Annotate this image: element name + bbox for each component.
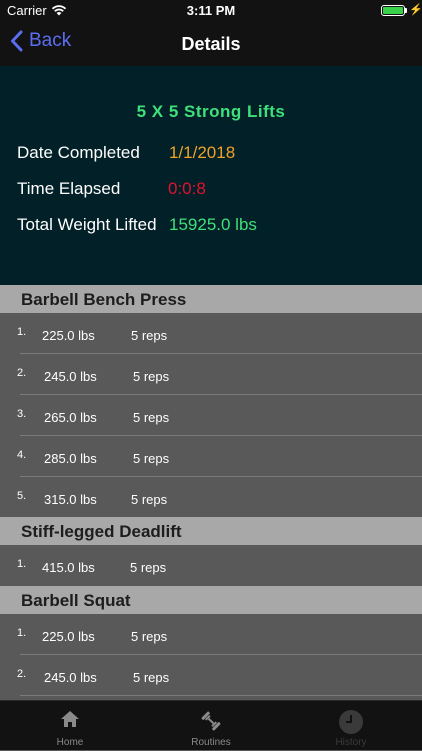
time-label: Time Elapsed xyxy=(17,179,121,198)
navigation-bar: Back Details xyxy=(0,22,422,66)
home-icon xyxy=(0,709,140,729)
set-weight: 245.0 lbs xyxy=(44,369,97,384)
set-number: 5. xyxy=(17,490,27,502)
set-number: 2. xyxy=(17,367,27,379)
page-title: Details xyxy=(181,34,241,54)
tab-bar: Home Routines History xyxy=(0,700,422,750)
status-bar: Carrier 3:11 PM ⚡ xyxy=(0,0,422,22)
clock-time: 3:11 PM xyxy=(186,3,236,18)
charging-icon: ⚡ xyxy=(409,4,422,16)
battery-icon xyxy=(381,5,405,16)
date-value: 1/1/2018 xyxy=(169,143,236,162)
set-reps: 5 reps xyxy=(133,410,170,425)
set-weight: 245.0 lbs xyxy=(44,670,97,685)
section-header: Barbell Squat xyxy=(0,586,422,614)
set-row: 4. 285.0 lbs 5 reps xyxy=(0,436,422,477)
set-number: 1. xyxy=(17,558,27,570)
set-reps: 5 reps xyxy=(131,492,168,507)
set-weight: 315.0 lbs xyxy=(44,492,97,507)
set-row: 1. 225.0 lbs 5 reps xyxy=(0,614,422,655)
set-reps: 5 reps xyxy=(133,369,170,384)
set-number: 4. xyxy=(17,449,27,461)
set-weight: 225.0 lbs xyxy=(42,629,95,644)
set-row: 2. 245.0 lbs 5 reps xyxy=(0,354,422,395)
battery-tip xyxy=(405,8,407,13)
weight-value: 15925.0 lbs xyxy=(169,215,257,234)
weight-row: Total Weight Lifted 15925.0 lbs xyxy=(17,215,257,235)
weight-label: Total Weight Lifted xyxy=(17,215,157,234)
tab-history-label: History xyxy=(335,737,367,748)
dumbbell-icon xyxy=(141,709,281,733)
tab-routines[interactable]: Routines xyxy=(141,701,281,751)
set-number: 3. xyxy=(17,408,27,420)
set-weight: 285.0 lbs xyxy=(44,451,97,466)
workout-summary: 5 X 5 Strong Lifts Date Completed 1/1/20… xyxy=(0,66,422,285)
set-reps: 5 reps xyxy=(130,560,167,575)
section-header: Stiff-legged Deadlift xyxy=(0,517,422,545)
set-row: 5. 315.0 lbs 5 reps xyxy=(0,477,422,518)
set-reps: 5 reps xyxy=(131,328,168,343)
set-row: 1. 225.0 lbs 5 reps xyxy=(0,313,422,354)
tab-home-label: Home xyxy=(56,737,84,748)
section-header: Barbell Bench Press xyxy=(0,285,422,313)
tab-routines-label: Routines xyxy=(191,737,231,748)
clock-icon xyxy=(281,709,421,735)
routine-name: 5 X 5 Strong Lifts xyxy=(136,102,286,121)
set-row: 3. 265.0 lbs 5 reps xyxy=(0,395,422,436)
set-number: 1. xyxy=(17,326,27,338)
set-weight: 415.0 lbs xyxy=(42,560,95,575)
tab-history[interactable]: History xyxy=(281,701,421,751)
set-weight: 265.0 lbs xyxy=(44,410,97,425)
time-row: Time Elapsed 0:0:8 xyxy=(17,179,206,199)
set-reps: 5 reps xyxy=(131,629,168,644)
date-label: Date Completed xyxy=(17,143,140,162)
row-divider xyxy=(20,695,422,696)
date-row: Date Completed 1/1/2018 xyxy=(17,143,235,163)
time-value: 0:0:8 xyxy=(168,179,206,198)
set-number: 2. xyxy=(17,668,27,680)
exercise-list[interactable]: Barbell Bench Press 1. 225.0 lbs 5 reps … xyxy=(0,285,422,700)
set-row: 2. 245.0 lbs 5 reps xyxy=(0,655,422,696)
set-reps: 5 reps xyxy=(133,451,170,466)
set-reps: 5 reps xyxy=(133,670,170,685)
set-number: 1. xyxy=(17,627,27,639)
tab-home[interactable]: Home xyxy=(0,701,140,751)
set-row: 1. 415.0 lbs 5 reps xyxy=(0,545,422,586)
set-weight: 225.0 lbs xyxy=(42,328,95,343)
